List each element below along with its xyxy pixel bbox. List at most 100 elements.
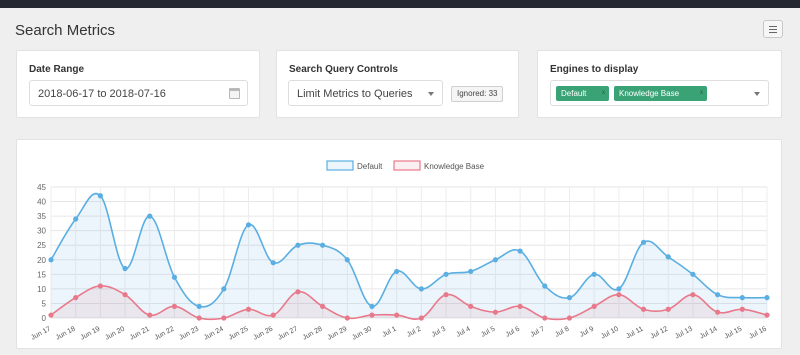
query-controls-title: Search Query Controls bbox=[289, 64, 398, 75]
x-tick-label: Jul 9 bbox=[579, 326, 595, 339]
data-point bbox=[492, 257, 499, 263]
data-point bbox=[640, 239, 647, 245]
data-point bbox=[221, 315, 227, 321]
page-title: Search Metrics bbox=[15, 22, 116, 39]
data-point bbox=[665, 306, 671, 312]
data-point bbox=[270, 312, 276, 318]
x-tick-label: Jul 5 bbox=[480, 326, 496, 339]
data-point bbox=[418, 315, 424, 321]
data-point bbox=[665, 254, 671, 260]
data-point bbox=[147, 312, 153, 318]
data-point bbox=[542, 315, 548, 321]
data-point bbox=[196, 303, 202, 309]
data-point bbox=[147, 213, 153, 219]
x-tick-label: Jun 23 bbox=[178, 326, 200, 342]
data-point bbox=[517, 303, 523, 309]
data-point bbox=[690, 292, 696, 298]
engine-chip-label: Default bbox=[561, 89, 587, 98]
engines-panel: Engines to display Default x Knowledge B… bbox=[537, 50, 782, 118]
data-point bbox=[73, 295, 79, 301]
data-point bbox=[591, 271, 597, 277]
data-point bbox=[122, 265, 128, 272]
y-tick-label: 35 bbox=[37, 212, 46, 221]
y-tick-label: 30 bbox=[37, 227, 46, 236]
x-tick-label: Jul 16 bbox=[748, 326, 768, 341]
x-tick-label: Jul 4 bbox=[455, 326, 471, 339]
y-tick-label: 25 bbox=[37, 241, 46, 250]
x-tick-label: Jul 12 bbox=[649, 326, 669, 341]
data-point bbox=[764, 312, 770, 318]
x-tick-label: Jun 17 bbox=[30, 326, 52, 342]
data-point bbox=[640, 306, 647, 312]
y-tick-label: 0 bbox=[42, 314, 47, 323]
remove-chip-icon[interactable]: x bbox=[700, 86, 703, 101]
data-point bbox=[48, 257, 54, 263]
calendar-icon[interactable] bbox=[229, 88, 240, 99]
data-point bbox=[122, 292, 128, 298]
chevron-down-icon bbox=[754, 92, 760, 96]
data-point bbox=[196, 315, 202, 321]
engines-select[interactable]: Default x Knowledge Base x bbox=[550, 80, 769, 106]
y-tick-label: 15 bbox=[37, 270, 46, 279]
data-point bbox=[171, 274, 178, 280]
data-point bbox=[270, 260, 276, 266]
top-bar bbox=[0, 0, 800, 8]
data-point bbox=[591, 303, 597, 309]
x-tick-label: Jul 8 bbox=[554, 326, 570, 339]
x-tick-label: Jun 30 bbox=[351, 326, 373, 342]
x-tick-label: Jul 14 bbox=[699, 326, 719, 341]
date-range-panel: Date Range 2018-06-17 to 2018-07-16 bbox=[16, 50, 260, 118]
data-point bbox=[245, 222, 252, 228]
x-tick-label: Jul 10 bbox=[600, 326, 620, 341]
remove-chip-icon[interactable]: x bbox=[602, 86, 605, 101]
metrics-limit-value: Limit Metrics to Queries bbox=[297, 88, 413, 100]
x-tick-label: Jun 22 bbox=[154, 326, 176, 342]
engines-title: Engines to display bbox=[550, 64, 639, 75]
menu-button[interactable] bbox=[763, 20, 783, 38]
x-tick-label: Jun 29 bbox=[326, 326, 348, 342]
data-point bbox=[616, 286, 622, 292]
x-tick-label: Jun 19 bbox=[79, 326, 101, 342]
legend-label: Knowledge Base bbox=[424, 162, 485, 171]
x-tick-label: Jun 28 bbox=[302, 326, 324, 342]
data-point bbox=[221, 286, 227, 292]
y-tick-label: 20 bbox=[37, 256, 46, 265]
x-tick-label: Jun 25 bbox=[228, 326, 250, 342]
metrics-limit-select[interactable]: Limit Metrics to Queries bbox=[288, 80, 443, 106]
x-tick-label: Jun 21 bbox=[129, 326, 151, 342]
x-tick-label: Jun 20 bbox=[104, 326, 126, 342]
data-point bbox=[97, 193, 103, 199]
data-point bbox=[344, 315, 350, 321]
data-point bbox=[171, 303, 178, 309]
engine-chip-default: Default x bbox=[556, 86, 609, 101]
x-tick-label: Jul 2 bbox=[406, 326, 422, 339]
x-tick-label: Jun 26 bbox=[252, 326, 274, 342]
data-point bbox=[739, 295, 745, 301]
data-point bbox=[739, 306, 745, 312]
data-point bbox=[245, 306, 252, 312]
legend-label: Default bbox=[357, 162, 383, 171]
data-point bbox=[418, 286, 424, 292]
data-point bbox=[443, 271, 449, 277]
engine-chip-knowledge-base: Knowledge Base x bbox=[614, 86, 707, 101]
hamburger-icon bbox=[769, 25, 777, 27]
data-point bbox=[468, 268, 474, 275]
x-tick-label: Jul 15 bbox=[723, 326, 743, 341]
data-point bbox=[369, 312, 375, 318]
data-point bbox=[492, 309, 499, 315]
x-tick-label: Jun 18 bbox=[55, 326, 77, 342]
app-container: Search Metrics Date Range 2018-06-17 to … bbox=[0, 8, 800, 355]
data-point bbox=[344, 257, 350, 263]
engine-chip-label: Knowledge Base bbox=[619, 89, 680, 98]
data-point bbox=[690, 271, 696, 277]
date-range-input[interactable]: 2018-06-17 to 2018-07-16 bbox=[29, 80, 248, 106]
y-tick-label: 40 bbox=[37, 198, 46, 207]
metrics-line-chart: 051015202530354045Jun 17 Jun 18 Jun 19 Jun … bbox=[30, 160, 770, 342]
data-point bbox=[97, 283, 103, 289]
data-point bbox=[394, 268, 400, 275]
query-controls-panel: Search Query Controls Limit Metrics to Q… bbox=[276, 50, 519, 118]
y-tick-label: 45 bbox=[37, 183, 46, 192]
x-tick-label: Jul 7 bbox=[529, 326, 545, 339]
ignored-count-button[interactable]: Ignored: 33 bbox=[451, 86, 504, 102]
data-point bbox=[295, 242, 301, 248]
